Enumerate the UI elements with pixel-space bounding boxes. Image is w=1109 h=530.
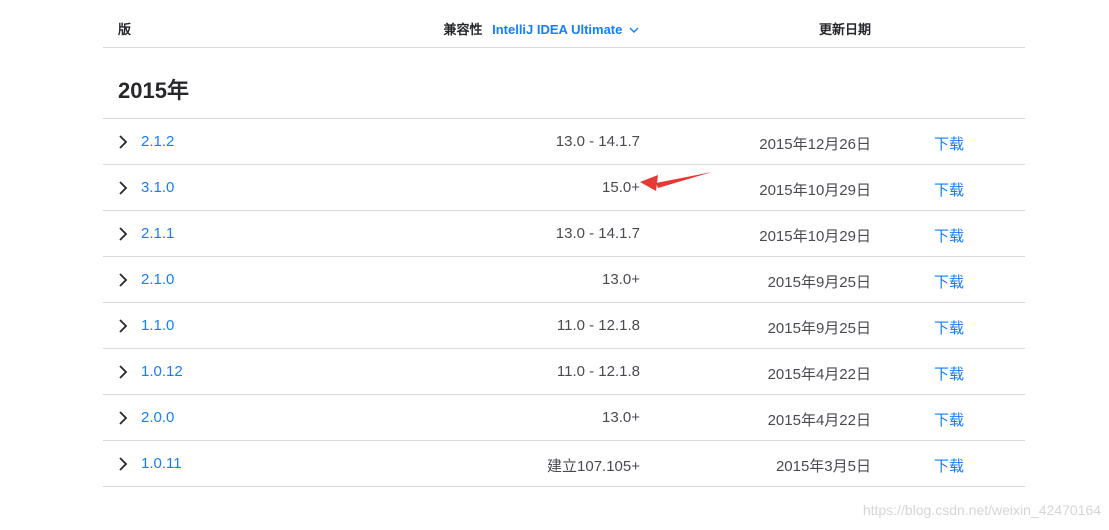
year-heading: 2015年 bbox=[103, 48, 1025, 119]
download-link[interactable]: 下载 bbox=[934, 317, 964, 338]
column-header-compatibility: 兼容性 IntelliJ IDEA Ultimate bbox=[443, 19, 639, 38]
version-link[interactable]: 2.1.2 bbox=[141, 133, 174, 150]
chevron-right-icon[interactable] bbox=[118, 181, 128, 195]
table-row[interactable]: 1.0.12 11.0 - 12.1.8 2015年4月22日 下载 bbox=[103, 349, 1025, 395]
compatibility-dropdown[interactable]: IntelliJ IDEA Ultimate bbox=[492, 22, 639, 37]
table-row[interactable]: 3.1.0 15.0+ 2015年10月29日 下载 bbox=[103, 165, 1025, 211]
download-link[interactable]: 下载 bbox=[934, 133, 964, 154]
compatibility-range: 11.0 - 12.1.8 bbox=[556, 363, 640, 380]
watermark: https://blog.csdn.net/weixin_42470164 bbox=[862, 502, 1101, 518]
update-date: 2015年10月29日 bbox=[759, 228, 871, 245]
column-header-update-date: 更新日期 bbox=[818, 22, 871, 37]
update-date: 2015年12月26日 bbox=[759, 136, 871, 153]
update-date: 2015年9月25日 bbox=[767, 274, 871, 291]
compatibility-range: 11.0 - 12.1.8 bbox=[556, 317, 640, 334]
chevron-right-icon[interactable] bbox=[118, 411, 128, 425]
download-link[interactable]: 下载 bbox=[934, 271, 964, 292]
update-date: 2015年4月22日 bbox=[767, 366, 871, 383]
download-link[interactable]: 下载 bbox=[934, 455, 964, 476]
download-link[interactable]: 下载 bbox=[934, 363, 964, 384]
table-header: 版 兼容性 IntelliJ IDEA Ultimate 更新日期 bbox=[103, 0, 1025, 48]
version-link[interactable]: 2.1.1 bbox=[141, 225, 174, 242]
compatibility-range: 13.0+ bbox=[602, 409, 640, 426]
compatibility-label: 兼容性 bbox=[443, 22, 483, 37]
download-link[interactable]: 下载 bbox=[934, 409, 964, 430]
version-link[interactable]: 3.1.0 bbox=[141, 179, 174, 196]
column-header-version: 版 bbox=[118, 22, 132, 37]
table-row[interactable]: 2.1.0 13.0+ 2015年9月25日 下载 bbox=[103, 257, 1025, 303]
download-link[interactable]: 下载 bbox=[934, 179, 964, 200]
table-row[interactable]: 2.1.1 13.0 - 14.1.7 2015年10月29日 下载 bbox=[103, 211, 1025, 257]
table-row[interactable]: 1.1.0 11.0 - 12.1.8 2015年9月25日 下载 bbox=[103, 303, 1025, 349]
compatibility-range: 13.0 - 14.1.7 bbox=[555, 133, 640, 150]
compatibility-range: 15.0+ bbox=[602, 179, 640, 196]
update-date: 2015年3月5日 bbox=[775, 458, 871, 475]
version-link[interactable]: 1.1.0 bbox=[141, 317, 174, 334]
version-rows: 2.1.2 13.0 - 14.1.7 2015年12月26日 下载 3.1.0 15.0… bbox=[103, 119, 1025, 487]
update-date: 2015年10月29日 bbox=[759, 182, 871, 199]
download-link[interactable]: 下载 bbox=[934, 225, 964, 246]
table-row[interactable]: 2.1.2 13.0 - 14.1.7 2015年12月26日 下载 bbox=[103, 119, 1025, 165]
annotation-arrow-icon bbox=[640, 172, 712, 191]
plugin-versions-table: 版 兼容性 IntelliJ IDEA Ultimate 更新日期 2015年 … bbox=[103, 0, 1025, 487]
compatibility-range: 13.0 - 14.1.7 bbox=[555, 225, 640, 242]
version-link[interactable]: 2.1.0 bbox=[141, 271, 174, 288]
table-row[interactable]: 2.0.0 13.0+ 2015年4月22日 下载 bbox=[103, 395, 1025, 441]
version-link[interactable]: 1.0.11 bbox=[141, 455, 182, 472]
version-link[interactable]: 2.0.0 bbox=[141, 409, 174, 426]
compatibility-dropdown-value: IntelliJ IDEA Ultimate bbox=[492, 22, 623, 37]
compatibility-range: 13.0+ bbox=[602, 271, 640, 288]
chevron-right-icon[interactable] bbox=[118, 457, 128, 471]
chevron-down-icon bbox=[629, 27, 639, 34]
chevron-right-icon[interactable] bbox=[118, 227, 128, 241]
update-date: 2015年4月22日 bbox=[767, 412, 871, 429]
chevron-right-icon[interactable] bbox=[118, 135, 128, 149]
compatibility-range: 建立107.105+ bbox=[547, 458, 640, 475]
chevron-right-icon[interactable] bbox=[118, 365, 128, 379]
chevron-right-icon[interactable] bbox=[118, 273, 128, 287]
version-link[interactable]: 1.0.12 bbox=[141, 363, 183, 380]
chevron-right-icon[interactable] bbox=[118, 319, 128, 333]
update-date: 2015年9月25日 bbox=[767, 320, 871, 337]
table-row[interactable]: 1.0.11 建立107.105+ 2015年3月5日 下载 bbox=[103, 441, 1025, 487]
